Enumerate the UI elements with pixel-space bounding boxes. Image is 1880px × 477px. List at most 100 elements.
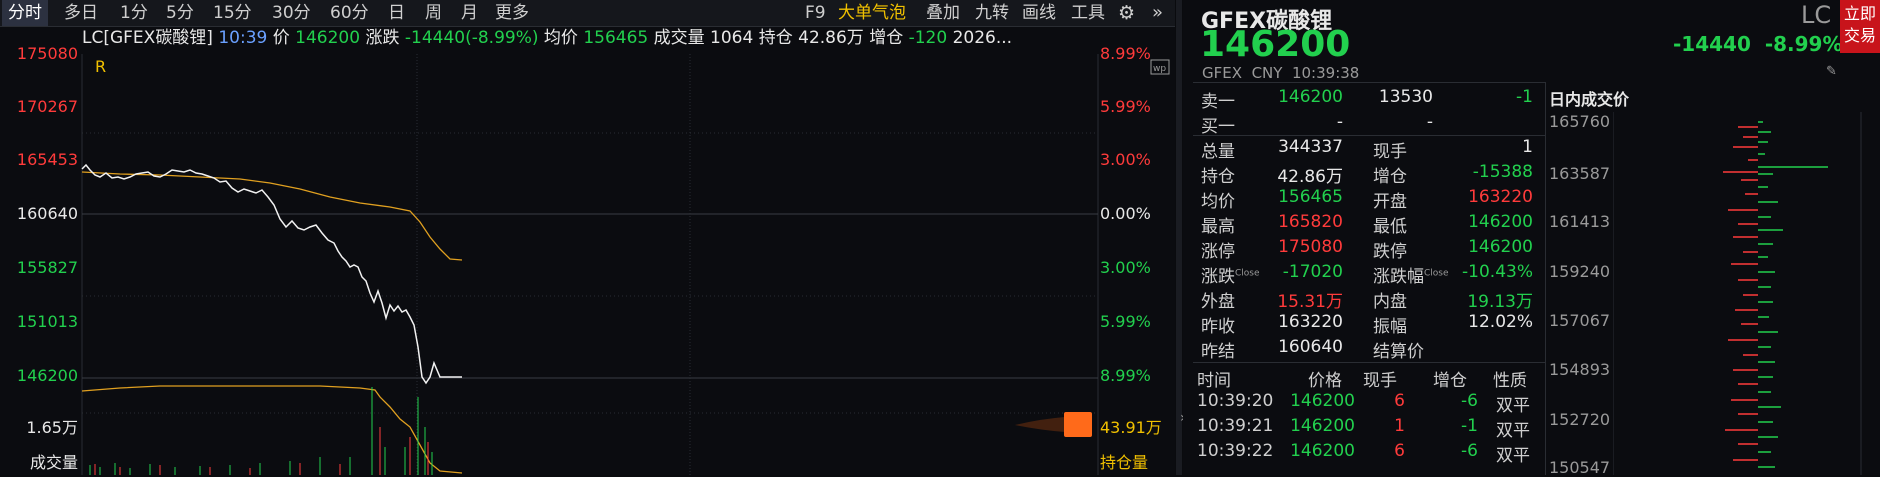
contract-code: LC[GFEX碳酸锂]	[82, 28, 213, 48]
stat-value: 175080	[1278, 237, 1343, 257]
buy1-price: -	[1336, 112, 1343, 132]
avg-value: 156465	[583, 28, 649, 48]
stat-label: 跌停	[1373, 242, 1407, 262]
gear-icon[interactable]: ⚙	[1118, 0, 1135, 26]
period-toolbar: 分时 多日 1分 5分 15分 30分 60分 日 周 月 更多 F9 大单气泡…	[0, 0, 1175, 27]
vol-axis-label: 1.65万	[26, 418, 78, 437]
buy1-label: 买一	[1201, 117, 1235, 137]
tab-month[interactable]: 月	[461, 0, 478, 26]
tab-day[interactable]: 日	[388, 0, 405, 26]
tab-more[interactable]: 更多	[495, 0, 529, 26]
tab-1min[interactable]: 1分	[120, 0, 148, 26]
quick-trade-button[interactable]: 立即 交易	[1840, 0, 1880, 53]
draw-line-button[interactable]: 画线	[1022, 0, 1056, 26]
trade-price: 146200	[1290, 441, 1355, 461]
stat-label: 振幅	[1373, 317, 1407, 337]
trade-oichg: -6	[1461, 391, 1478, 411]
trade-oichg: -1	[1461, 416, 1478, 436]
trade-btn-line1: 立即	[1843, 4, 1876, 23]
stat-value: -17020	[1282, 262, 1343, 282]
y-axis-label: 160640	[16, 204, 78, 223]
sell1-label: 卖一	[1201, 92, 1235, 112]
tab-30min[interactable]: 30分	[272, 0, 311, 26]
avg-label: 均价	[543, 28, 578, 48]
overlay-button[interactable]: 叠加	[926, 0, 960, 26]
stat-label: 现手	[1373, 142, 1407, 162]
stat-label: 开盘	[1373, 192, 1407, 212]
stat-label: 涨跌幅Close	[1373, 262, 1449, 287]
y-axis-label: 155827	[16, 258, 78, 277]
profile-axis-label: 161413	[1549, 212, 1611, 231]
stat-label: 总量	[1201, 142, 1235, 162]
sell1-chg: -1	[1516, 87, 1533, 107]
stat-value: 160640	[1278, 337, 1343, 357]
oi-change-value: -120	[908, 28, 948, 48]
r-marker: R	[95, 57, 107, 76]
stat-label: 昨结	[1201, 342, 1235, 362]
oi-change-label: 增仓	[869, 28, 904, 48]
trades-header-qty: 现手	[1363, 371, 1397, 391]
stat-value: 146200	[1468, 237, 1533, 257]
y-axis-label: 170267	[16, 97, 78, 116]
stat-value: 19.13万	[1467, 292, 1533, 312]
stat-value: 146200	[1468, 212, 1533, 232]
profile-axis-label: 163587	[1549, 164, 1611, 183]
trade-time: 10:39:21	[1197, 416, 1274, 436]
trade-qty: 6	[1394, 391, 1405, 411]
stat-value: 163220	[1278, 312, 1343, 332]
tab-intraday[interactable]: 分时	[2, 0, 48, 26]
last-price: 146200	[1200, 24, 1351, 65]
tab-week[interactable]: 周	[425, 0, 442, 26]
trade-qty: 6	[1394, 441, 1405, 461]
price-value: 146200	[295, 28, 361, 48]
stat-label-text: 涨跌	[1201, 267, 1235, 287]
oi-label: 持仓	[758, 28, 793, 48]
nine-turn-button[interactable]: 九转	[975, 0, 1009, 26]
stat-label-text: 涨跌幅	[1373, 267, 1424, 287]
y-axis-label: 165453	[16, 150, 78, 169]
intraday-chart[interactable]: wp LC[GFEX碳酸锂] 10:39 价 146200 涨跌 -14440(…	[0, 27, 1175, 475]
tab-15min[interactable]: 15分	[213, 0, 252, 26]
volume-profile-bars	[1613, 112, 1862, 475]
stat-value: 165820	[1278, 212, 1343, 232]
stat-label: 涨停	[1201, 242, 1235, 262]
quote-info-line: LC[GFEX碳酸锂] 10:39 价 146200 涨跌 -14440(-8.…	[82, 27, 1012, 49]
pct-axis-label: 5.99%	[1100, 97, 1151, 116]
panel-divider[interactable]	[1176, 0, 1182, 475]
trades-header-price: 价格	[1308, 371, 1342, 391]
profile-axis-label: 154893	[1549, 360, 1611, 379]
double-chevron-right-icon[interactable]: »	[1152, 0, 1163, 26]
stat-label: 昨收	[1201, 317, 1235, 337]
stat-value: -15388	[1472, 162, 1533, 182]
change-abs: -14440	[1673, 32, 1751, 56]
profile-title: 日内成交价	[1549, 90, 1630, 109]
stat-label: 外盘	[1201, 292, 1235, 312]
y-axis-label: 175080	[16, 44, 78, 63]
profile-axis-label: 152720	[1549, 410, 1611, 429]
tab-60min[interactable]: 60分	[330, 0, 369, 26]
change-pct: -8.99%	[1764, 32, 1843, 56]
oi-axis-label: 43.91万	[1100, 418, 1162, 437]
stat-label: 增仓	[1373, 167, 1407, 187]
tab-multiday[interactable]: 多日	[64, 0, 98, 26]
edit-pencil-icon[interactable]: ✎	[1826, 64, 1837, 79]
tools-button[interactable]: 工具	[1071, 0, 1105, 26]
trade-oichg: -6	[1461, 441, 1478, 461]
stat-label: 涨跌Close	[1201, 262, 1260, 287]
stat-value: 42.86万	[1277, 167, 1343, 187]
stat-value: 156465	[1278, 187, 1343, 207]
profile-axis-label: 165760	[1549, 112, 1611, 131]
profile-axis-label: 157067	[1549, 311, 1611, 330]
big-order-bubble-button[interactable]: 大单气泡	[838, 0, 906, 26]
stat-value: 12.02%	[1468, 312, 1533, 332]
trade-time: 10:39:22	[1197, 441, 1274, 461]
profile-axis-label: 159240	[1549, 262, 1611, 281]
stat-value: 1	[1522, 137, 1533, 157]
volume-value: 1064	[710, 28, 754, 48]
tab-5min[interactable]: 5分	[166, 0, 194, 26]
volume-label: 成交量	[653, 28, 705, 48]
f9-button[interactable]: F9	[805, 0, 826, 26]
change-value: -14440(-8.99%)	[404, 28, 539, 48]
trade-price: 146200	[1290, 391, 1355, 411]
profile-axis-label: 150547	[1549, 458, 1611, 477]
